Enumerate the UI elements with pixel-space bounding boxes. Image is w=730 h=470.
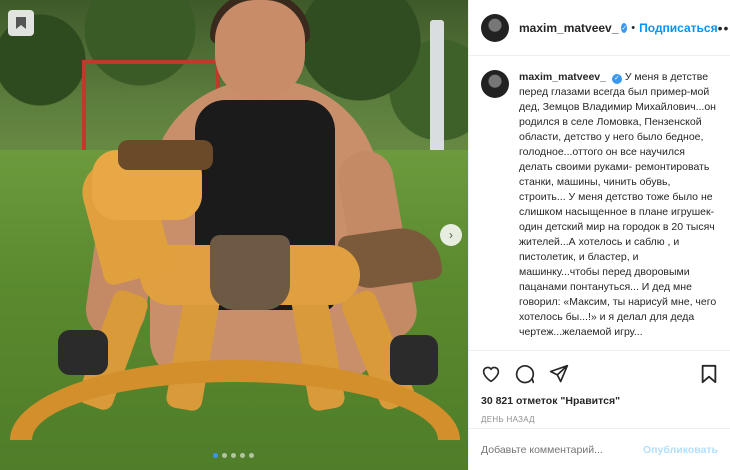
comment-input[interactable]	[481, 443, 644, 456]
carousel-indicator	[213, 453, 254, 458]
bookmark-icon[interactable]	[700, 364, 718, 384]
horse-saddle	[210, 235, 290, 310]
save-to-collection-button[interactable]	[8, 10, 34, 36]
post-actions: 30 821 отметок "Нравится" ДЕНЬ НАЗАД	[469, 350, 730, 424]
post-photo[interactable]: ›	[0, 0, 468, 470]
avatar[interactable]	[481, 13, 509, 42]
follow-button[interactable]: Подписаться	[639, 21, 717, 35]
caption-area[interactable]: maxim_matveev_ ✓ У меня в детстве перед …	[469, 56, 730, 350]
avatar[interactable]	[481, 70, 509, 98]
instagram-post: › maxim_matveev_ ✓ • Подписаться ••• max…	[0, 0, 730, 470]
comment-icon[interactable]	[515, 364, 535, 384]
verified-badge-icon: ✓	[621, 22, 628, 33]
carousel-dot	[231, 453, 236, 458]
likes-count[interactable]: 30 821 отметок "Нравится"	[481, 395, 718, 407]
post-caption: maxim_matveev_ ✓ У меня в детстве перед …	[519, 70, 718, 350]
bookmark-icon	[16, 17, 26, 29]
verified-badge-icon: ✓	[611, 73, 622, 84]
photo-pole	[430, 20, 444, 170]
heart-icon[interactable]	[481, 365, 501, 383]
carousel-dot	[249, 453, 254, 458]
horse-mane	[118, 140, 213, 170]
carousel-dot	[222, 453, 227, 458]
more-options-button[interactable]: •••	[718, 20, 730, 36]
photo-glove-right	[390, 335, 438, 385]
comment-form: Опубликовать	[469, 428, 730, 470]
caption-text: У меня в детстве перед глазами всегда бы…	[519, 71, 717, 338]
caption-username[interactable]: maxim_matveev_	[519, 71, 606, 83]
next-photo-button[interactable]: ›	[440, 224, 462, 246]
carousel-dot	[213, 453, 218, 458]
share-icon[interactable]	[549, 364, 569, 384]
post-timestamp[interactable]: ДЕНЬ НАЗАД	[481, 415, 718, 424]
post-header: maxim_matveev_ ✓ • Подписаться •••	[469, 0, 730, 56]
photo-glove-left	[58, 330, 108, 375]
post-sidebar: maxim_matveev_ ✓ • Подписаться ••• maxim…	[468, 0, 730, 470]
carousel-dot	[240, 453, 245, 458]
separator-dot: •	[631, 21, 636, 34]
photo-head	[215, 0, 305, 100]
publish-button[interactable]: Опубликовать	[643, 444, 718, 456]
username-link[interactable]: maxim_matveev_	[519, 21, 618, 35]
action-icons	[481, 361, 718, 387]
chevron-right-icon: ›	[449, 228, 453, 242]
